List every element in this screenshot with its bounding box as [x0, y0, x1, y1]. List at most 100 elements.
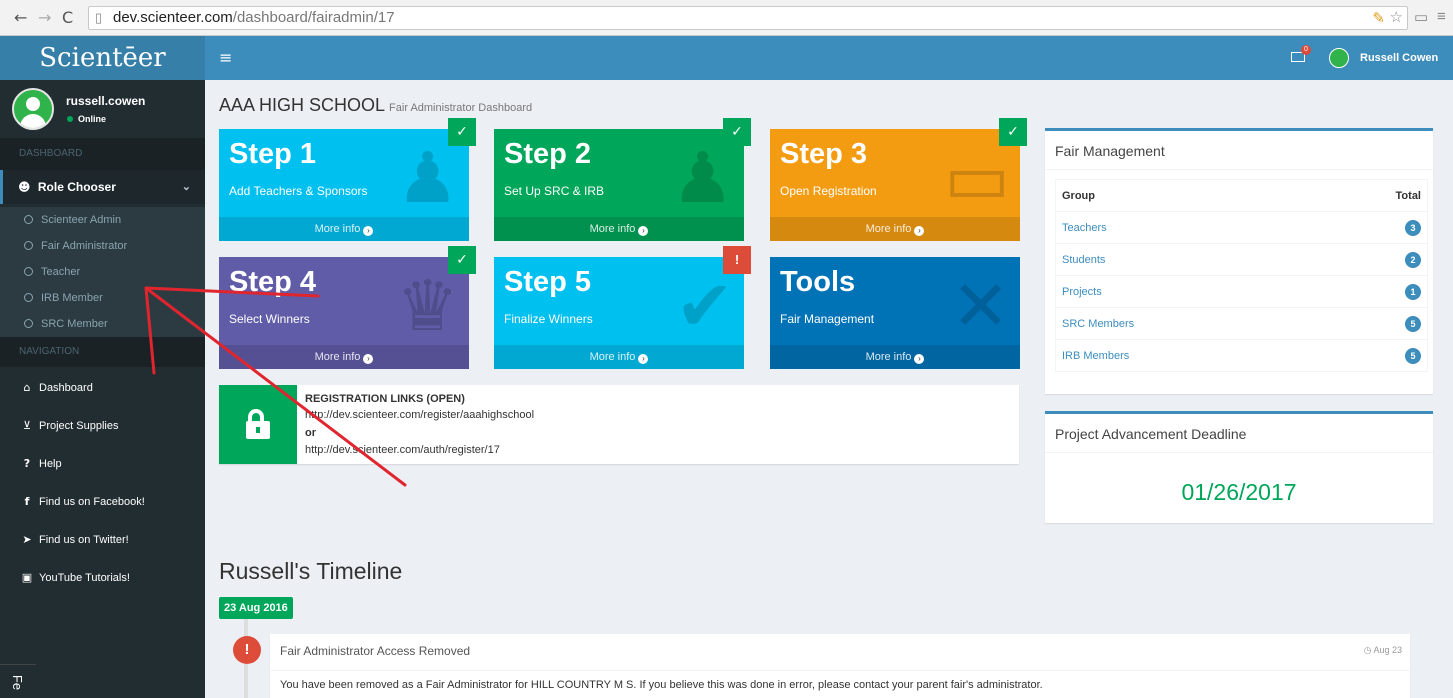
role-item-irb-member[interactable]: IRB Member [0, 285, 205, 311]
circle-icon [24, 267, 33, 276]
column-header-group: Group [1055, 179, 1313, 212]
more-info-link[interactable]: More info › [770, 345, 1020, 369]
circle-icon [24, 241, 33, 250]
group-link[interactable]: IRB Members [1062, 350, 1129, 362]
timeline-item-time: ◷ Aug 23 [1363, 645, 1402, 655]
circle-icon [24, 215, 33, 224]
arrow-circle-right-icon: › [914, 226, 925, 236]
timeline-item-header: Fair Administrator Access Removed [280, 644, 471, 658]
nav-project-supplies[interactable]: ⊻ Project Supplies [0, 407, 205, 445]
nav-twitter[interactable]: ➤ Find us on Twitter! [0, 521, 205, 559]
count-badge: 3 [1405, 219, 1421, 236]
tile-step-2[interactable]: ♟ Step 2 Set Up SRC & IRB More info › [494, 129, 744, 241]
count-badge: 5 [1405, 347, 1421, 364]
nav-help[interactable]: ? Help [0, 445, 205, 483]
online-dot-icon [67, 116, 73, 122]
count-badge: 5 [1405, 315, 1421, 332]
hamburger-menu-icon[interactable]: ≡ [219, 48, 232, 67]
deadline-box: Project Advancement Deadline 01/26/2017 [1045, 411, 1433, 523]
wrench-icon: ✕ [951, 265, 1010, 347]
role-chooser-toggle[interactable]: ☻ Role Chooser ⌄ [0, 170, 205, 204]
table-row: Students 2 [1055, 243, 1428, 276]
tile-step-1[interactable]: ♟ Step 1 Add Teachers & Sponsors More in… [219, 129, 469, 241]
cart-icon: ⊻ [22, 419, 32, 432]
tile-tools[interactable]: ✕ Tools Fair Management More info › [770, 257, 1020, 369]
column-header-total: Total [1312, 179, 1428, 212]
menu-icon[interactable]: ≡ [1437, 8, 1446, 25]
logo[interactable]: Scientēer [0, 36, 205, 80]
deadline-date: 01/26/2017 [1181, 479, 1297, 505]
reload-icon[interactable]: C [62, 8, 73, 27]
step-warning-icon: ! [723, 246, 751, 274]
count-badge: 2 [1405, 251, 1421, 268]
role-item-fair-administrator[interactable]: Fair Administrator [0, 233, 205, 259]
tile-title: Step 5 [504, 266, 592, 298]
avatar [12, 88, 54, 130]
box-title: Project Advancement Deadline [1055, 426, 1247, 442]
arrow-circle-right-icon: › [363, 226, 374, 236]
tile-subtitle: Finalize Winners [504, 312, 593, 326]
forward-icon[interactable]: → [38, 8, 51, 27]
role-item-src-member[interactable]: SRC Member [0, 311, 205, 337]
feedback-tab[interactable]: Fe [0, 664, 36, 698]
add-user-icon: ♟ [671, 137, 734, 219]
trophy-icon: ♛ [396, 265, 459, 347]
table-row: Teachers 3 [1055, 211, 1428, 244]
registration-links-box: REGISTRATION LINKS (OPEN) http://dev.sci… [219, 385, 1019, 464]
group-link[interactable]: Students [1062, 254, 1105, 266]
group-link[interactable]: SRC Members [1062, 318, 1134, 330]
timeline-item-body: You have been removed as a Fair Administ… [280, 679, 1043, 691]
more-info-link[interactable]: More info › [494, 217, 744, 241]
sidebar: Scientēer russell.cowen Online DASHBOARD… [0, 36, 205, 698]
question-icon: ? [23, 457, 31, 470]
role-item-scienteer-admin[interactable]: Scienteer Admin [0, 207, 205, 233]
more-info-link[interactable]: More info › [494, 345, 744, 369]
timeline-item: Fair Administrator Access Removed ◷ Aug … [270, 634, 1410, 698]
clock-icon: ◷ [1363, 645, 1374, 655]
tile-step-4[interactable]: ♛ Step 4 Select Winners More info › [219, 257, 469, 369]
tile-subtitle: Open Registration [780, 184, 877, 198]
tile-title: Step 3 [780, 138, 868, 170]
user-status: Online [67, 114, 106, 124]
registration-link-1[interactable]: http://dev.scienteer.com/register/aaahig… [305, 409, 534, 421]
table-row: Projects 1 [1055, 275, 1428, 308]
more-info-link[interactable]: More info › [219, 217, 469, 241]
header-avatar[interactable] [1329, 48, 1349, 68]
page-subtitle: Fair Administrator Dashboard [389, 102, 533, 114]
arrow-circle-right-icon: › [914, 354, 925, 364]
tile-title: Tools [780, 266, 856, 298]
tile-subtitle: Set Up SRC & IRB [504, 184, 605, 198]
checkmark-icon: ✔ [675, 265, 734, 347]
group-link[interactable]: Projects [1062, 286, 1102, 298]
nav-youtube[interactable]: ▣ YouTube Tutorials! [0, 559, 205, 597]
box-title: Fair Management [1055, 143, 1165, 159]
registration-link-2[interactable]: http://dev.scienteer.com/auth/register/1… [305, 444, 500, 456]
group-link[interactable]: Teachers [1062, 222, 1107, 234]
tile-subtitle: Add Teachers & Sponsors [229, 184, 368, 198]
more-info-link[interactable]: More info › [770, 217, 1020, 241]
registration-title: REGISTRATION LINKS (OPEN) [305, 393, 465, 405]
url-text: dev.scienteer.com/dashboard/fairadmin/17 [113, 9, 395, 26]
alert-icon: ! [233, 636, 261, 664]
tile-subtitle: Select Winners [229, 312, 310, 326]
extension-icon[interactable]: ✎ [1372, 9, 1385, 27]
back-icon[interactable]: ← [14, 8, 27, 27]
more-info-link[interactable]: More info › [219, 345, 469, 369]
header-user-name[interactable]: Russell Cowen [1360, 52, 1438, 64]
star-icon[interactable]: ☆ [1390, 8, 1403, 26]
fair-management-box: Fair Management Group Total Teachers 3 S… [1045, 128, 1433, 394]
tile-step-3[interactable]: ▭ Step 3 Open Registration More info › [770, 129, 1020, 241]
tile-step-5[interactable]: ✔ Step 5 Finalize Winners More info › [494, 257, 744, 369]
home-icon: ⌂ [23, 381, 31, 394]
address-bar[interactable]: ▯ dev.scienteer.com/dashboard/fairadmin/… [88, 6, 1408, 30]
timeline-date-label: 23 Aug 2016 [219, 597, 293, 619]
extension-icon[interactable]: ▭ [1414, 8, 1428, 26]
user-name: russell.cowen [66, 94, 146, 108]
nav-dashboard[interactable]: ⌂ Dashboard [0, 369, 205, 407]
nav-facebook[interactable]: f Find us on Facebook! [0, 483, 205, 521]
circle-icon [24, 293, 33, 302]
add-user-icon: ♟ [396, 137, 459, 219]
role-item-teacher[interactable]: Teacher [0, 259, 205, 285]
facebook-icon: f [24, 495, 30, 508]
unlock-icon [219, 385, 297, 464]
